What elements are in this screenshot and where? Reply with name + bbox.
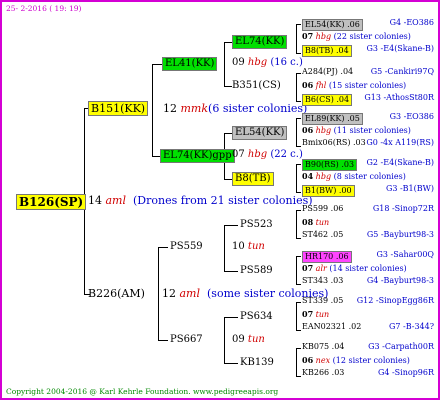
g3-queen-6: KB139 (240, 357, 274, 368)
g4-queen-17: ST343 .03 (302, 276, 344, 285)
g4-origin-3: G5 -Cankiri97Q (370, 67, 434, 76)
g4-line-22: 06 nex (12 sister colonies) (302, 355, 410, 365)
g3-queen-4: PS589 (240, 265, 273, 276)
g2-queen-3: PS559 (170, 241, 203, 252)
copyright: Copyright 2004-2016 @ Karl Kehrle Founda… (6, 387, 279, 396)
g2-line-4: 09 tun (232, 334, 265, 345)
g4-origin-11: G3 -B1(BW) (385, 184, 434, 193)
g3-queen-3: PS523 (240, 219, 273, 230)
g4-line-7: 06 hbg (11 sister colonies) (302, 125, 411, 135)
g1-queen-0: B151(KK) (88, 101, 149, 116)
g2-line-3: 10 tun (232, 241, 265, 252)
g3-queen-2: B8(TB) (232, 172, 274, 186)
g2-queen-2: EL74(KK)gpp (160, 149, 235, 163)
g2-line-2: 07 hbg (22 c.) (232, 149, 303, 160)
g4-queen-20: EAN02321 .02 (302, 322, 362, 331)
g2-queen-1: B351(CS) (232, 80, 281, 91)
g4-origin-5: G13 -AthosSt80R (364, 93, 434, 102)
g2-queen-4: PS667 (170, 334, 203, 345)
g4-origin-15: G3 -Sahar00Q (376, 250, 434, 259)
g4-origin-18: G12 -SinopEgg86R (356, 296, 434, 305)
g4-origin-14: G5 -Bayburt98-3 (366, 230, 434, 239)
g4-queen-14: ST462 .05 (302, 230, 344, 239)
g4-origin-23: G4 -Sinop96R (377, 368, 434, 377)
g4-origin-20: G7 -B-344? (388, 322, 434, 331)
g4-queen-5: B6(CS) .04 (302, 94, 353, 106)
g2-line-0: 09 hbg (16 c.) (232, 57, 303, 68)
g4-origin-9: G2 -E4(Skane-B) (366, 158, 434, 167)
pedigree-chart: 25- 2-2016 ( 19: 19) Copyright 2004-2016… (0, 0, 440, 400)
g2-queen-0: EL41(KK) (162, 57, 218, 71)
g4-line-1: 07 hbg (22 sister colonies) (302, 31, 411, 41)
g4-line-4: 06 fhl (15 sister colonies) (302, 80, 407, 90)
g4-origin-2: G3 -E4(Skane-B) (366, 44, 434, 53)
g4-origin-6: G3 -EO386 (389, 112, 434, 121)
g4-origin-12: G18 -Sinop72R (372, 204, 434, 213)
g1-queen-1: B226(AM) (88, 287, 145, 300)
g4-queen-6: EL89(KK) .05 (302, 113, 363, 125)
g4-queen-9: B90(RS) .03 (302, 159, 358, 171)
g3-queen-0: EL74(KK) (232, 35, 288, 49)
g4-queen-11: B1(BW) .00 (302, 185, 355, 197)
g4-queen-18: ST339 .05 (302, 296, 344, 305)
g3-queen-1: EL54(KK) (232, 126, 288, 140)
g4-line-13: 08 tun (302, 217, 330, 227)
timestamp: 25- 2-2016 ( 19: 19) (6, 4, 82, 13)
g4-queen-15: HR170 .06 (302, 251, 352, 263)
g4-line-16: 07 alr (14 sister colonies) (302, 263, 407, 273)
g4-queen-23: KB266 .03 (302, 368, 345, 377)
g4-queen-2: B8(TB) .04 (302, 45, 352, 57)
g3-queen-5: PS634 (240, 311, 273, 322)
root-line: 14 aml (Drones from 21 sister colonies) (88, 194, 313, 207)
g4-origin-21: G3 -Carpath00R (368, 342, 434, 351)
g4-line-10: 04 hbg (8 sister colonies) (302, 171, 406, 181)
g4-queen-21: KB075 .04 (302, 342, 345, 351)
g4-queen-0: EL54(KK) .06 (302, 19, 363, 31)
g4-origin-8: G0 -4x A119(RS) (366, 138, 434, 147)
g4-origin-0: G4 -EO386 (389, 18, 434, 27)
g4-queen-3: A284(PJ) .04 (302, 67, 354, 76)
root-queen: B126(SP) (16, 194, 87, 210)
g1-line-0: 12 mmk(6 sister colonies) (163, 102, 308, 115)
g4-queen-8: Bmix06(RS) .03 (302, 138, 366, 147)
g4-line-19: 07 tun (302, 309, 330, 319)
g4-origin-17: G4 -Bayburt98-3 (366, 276, 434, 285)
g4-queen-12: PS599 .06 (302, 204, 344, 213)
